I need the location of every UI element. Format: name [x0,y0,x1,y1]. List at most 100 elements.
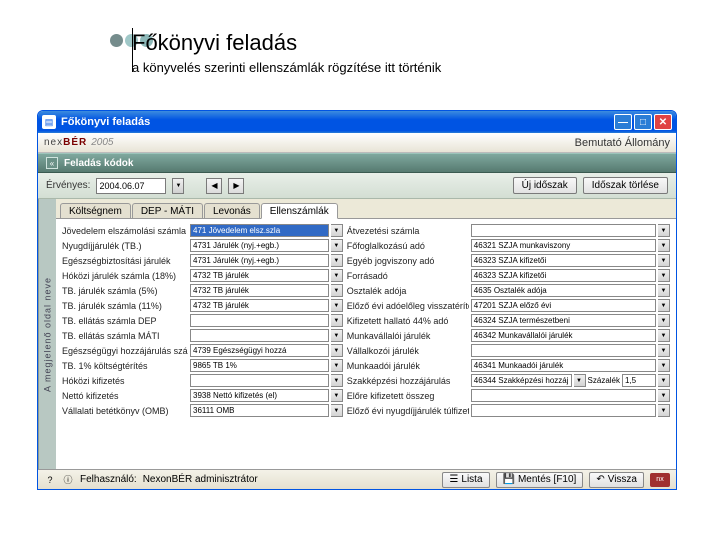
help-icon[interactable]: ? [44,474,56,486]
close-button[interactable]: ✕ [654,114,672,130]
dropdown-icon[interactable]: ▼ [331,344,343,357]
dropdown-icon[interactable]: ▼ [331,374,343,387]
dropdown-icon[interactable]: ▼ [658,389,670,402]
account-field[interactable]: 36111 OMB [190,404,329,417]
account-field[interactable]: 4731 Járulék (nyj.+egb.) [190,254,329,267]
dropdown-icon[interactable]: ▼ [658,299,670,312]
tab-koltsegnem[interactable]: Költségnem [60,203,131,218]
account-field[interactable]: 9865 TB 1% [190,359,329,372]
section-header[interactable]: « Feladás kódok [38,153,676,173]
back-button[interactable]: ↶Vissza [589,472,644,488]
tab-ellenszamlak[interactable]: Ellenszámlák [261,203,338,219]
dropdown-icon[interactable]: ▼ [658,374,670,387]
dropdown-icon[interactable]: ▼ [658,404,670,417]
dropdown-icon[interactable]: ▼ [331,329,343,342]
account-field[interactable] [190,314,329,327]
valid-label: Érvényes: [46,180,90,191]
tab-levonas[interactable]: Levonás [204,203,260,218]
account-field[interactable]: 46324 SZJA természetbeni [471,314,656,327]
nav-prev-button[interactable]: ◀ [206,178,222,194]
field-label: Munkaadói járulék [347,361,469,371]
minimize-button[interactable]: — [614,114,632,130]
form-row: Szakképzési hozzájárulás46344 Szakképzés… [347,373,670,388]
form-row: TB. járulék számla (11%)4732 TB járulék▼ [62,298,343,313]
app-window: ▤ Főkönyvi feladás — □ ✕ nexBÉR 2005 Bem… [37,110,677,490]
account-field[interactable]: 3938 Nettó kifizetés (el) [190,389,329,402]
account-field[interactable]: 46321 SZJA munkaviszony [471,239,656,252]
account-field[interactable] [471,404,656,417]
field-label: Hóközi járulék számla (18%) [62,271,188,281]
titlebar[interactable]: ▤ Főkönyvi feladás — □ ✕ [38,111,676,133]
account-field[interactable] [190,374,329,387]
form-row: Osztalék adója4635 Osztalék adója▼ [347,283,670,298]
form-row: Hóközi kifizetés ▼ [62,373,343,388]
form-row: Előző évi nyugdíjjárulék túlfizetés▼ [347,403,670,418]
dropdown-icon[interactable]: ▼ [658,314,670,327]
dropdown-icon[interactable]: ▼ [658,329,670,342]
dropdown-icon[interactable]: ▼ [574,374,586,387]
dropdown-icon[interactable]: ▼ [331,389,343,402]
dropdown-icon[interactable]: ▼ [658,344,670,357]
dropdown-icon[interactable]: ▼ [331,269,343,282]
dropdown-icon[interactable]: ▼ [331,404,343,417]
field-label: Munkavállalói járulék [347,331,469,341]
dropdown-icon[interactable]: ▼ [658,359,670,372]
account-field[interactable]: 46344 Szakképzési hozzáj [471,374,572,387]
form-row: Egészségügyi hozzájárulás számla4739 Egé… [62,343,343,358]
dropdown-icon[interactable]: ▼ [331,239,343,252]
account-field[interactable]: 46341 Munkaadói járulék [471,359,656,372]
user-label: Felhasználó: [80,474,137,485]
account-field[interactable]: 4739 Egészségügyi hozzá [190,344,329,357]
field-label: Hóközi kifizetés [62,376,188,386]
nav-next-button[interactable]: ▶ [228,178,244,194]
dropdown-icon[interactable]: ▼ [331,254,343,267]
field-label: TB. járulék számla (5%) [62,286,188,296]
form-row: Jövedelem elszámolási számla471 Jövedele… [62,223,343,238]
list-button[interactable]: ☰Lista [442,472,489,488]
account-field[interactable]: 4732 TB járulék [190,284,329,297]
side-tab[interactable]: A megjelenő oldal neve [38,199,56,469]
info-icon[interactable]: ⓘ [62,474,74,486]
dropdown-icon[interactable]: ▼ [331,314,343,327]
dropdown-icon[interactable]: ▼ [331,284,343,297]
dropdown-icon[interactable]: ▼ [658,224,670,237]
filter-bar: Érvényes: 2004.06.07 ▼ ◀ ▶ Új időszak Id… [38,173,676,199]
dropdown-icon[interactable]: ▼ [331,359,343,372]
field-label: Nyugdíjjárulék (TB.) [62,241,188,251]
dropdown-icon[interactable]: ▼ [658,239,670,252]
account-field[interactable]: 471 Jövedelem elsz.szla [190,224,329,237]
valid-date-field[interactable]: 2004.06.07 [96,178,166,194]
dropdown-icon[interactable]: ▼ [658,269,670,282]
save-button[interactable]: 💾Mentés [F10] [496,472,584,488]
field-label: Vállalati betétkönyv (OMB) [62,406,188,416]
dropdown-icon[interactable]: ▼ [331,224,343,237]
collapse-icon[interactable]: « [46,157,58,169]
maximize-button[interactable]: □ [634,114,652,130]
delete-period-button[interactable]: Időszak törlése [583,177,668,194]
account-field[interactable] [471,344,656,357]
form-row: Nettó kifizetés3938 Nettó kifizetés (el)… [62,388,343,403]
account-field[interactable] [190,329,329,342]
account-field[interactable]: 4732 TB járulék [190,299,329,312]
tab-strip: Költségnem DEP - MÁTI Levonás Ellenszáml… [56,199,676,219]
account-field[interactable]: 46342 Munkavállalói járulék [471,329,656,342]
account-field[interactable] [471,224,656,237]
dropdown-icon[interactable]: ▼ [331,299,343,312]
account-field[interactable]: 4635 Osztalék adója [471,284,656,297]
tab-dep-mati[interactable]: DEP - MÁTI [132,203,203,218]
new-period-button[interactable]: Új időszak [513,177,577,194]
account-field[interactable] [471,389,656,402]
account-field[interactable]: 4732 TB járulék [190,269,329,282]
brand-logo: nexBÉR [44,137,87,148]
undo-icon: ↶ [596,474,604,485]
account-field[interactable]: 46323 SZJA kifizetői [471,254,656,267]
date-dropdown-icon[interactable]: ▼ [172,178,184,194]
disk-icon: 💾 [503,474,515,485]
extra-field[interactable]: 1,5 [622,374,656,387]
account-field[interactable]: 4731 Járulék (nyj.+egb.) [190,239,329,252]
dropdown-icon[interactable]: ▼ [658,284,670,297]
dropdown-icon[interactable]: ▼ [658,254,670,267]
account-field[interactable]: 47201 SZJA előző évi [471,299,656,312]
corner-logo: nx [650,473,670,487]
account-field[interactable]: 46323 SZJA kifizetői [471,269,656,282]
